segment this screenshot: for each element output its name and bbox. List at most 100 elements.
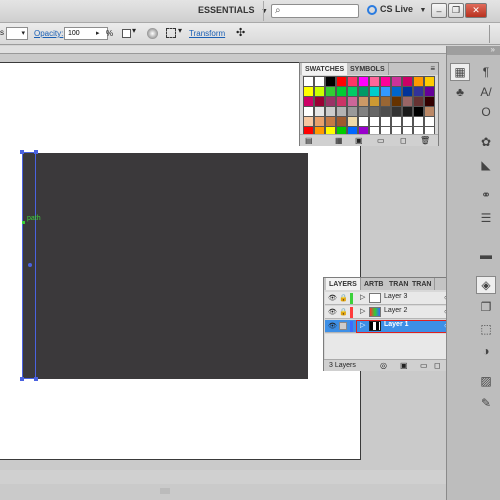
layer-row-layer-3[interactable]: 👁 🔒 ▷ Layer 3 ○ [325, 292, 461, 305]
center-point [28, 263, 32, 267]
swatch-libraries-icon[interactable]: ▤ [305, 136, 313, 145]
tab-symbols[interactable]: SYMBOLS [347, 63, 389, 75]
panel-menu-icon[interactable]: ≡ [430, 64, 435, 73]
eye-icon[interactable]: 👁 [328, 308, 337, 316]
percent-label: % [106, 29, 114, 38]
tab-artboards[interactable]: ARTB [361, 278, 388, 290]
restore-button[interactable]: ❐ [448, 3, 464, 18]
swatch-options-icon[interactable]: ▣ [355, 136, 363, 145]
symbols-icon[interactable]: ⚭ [476, 186, 496, 204]
opentype-icon[interactable]: O [476, 103, 496, 121]
trash-icon[interactable]: 🗑 [420, 136, 430, 145]
isolate-icon[interactable] [147, 28, 158, 39]
layer-name[interactable]: Layer 3 [384, 293, 407, 300]
chevron-down-icon[interactable]: ▾ [132, 26, 136, 35]
expand-triangle-icon[interactable]: ▷ [360, 307, 365, 315]
layer-thumbnail [369, 321, 381, 331]
dock-header[interactable]: » [447, 45, 500, 55]
layers-footer: 3 Layers ◎ ▣ ▭ ◻ 🗑 [324, 359, 462, 371]
lock-icon[interactable]: 🔒 [339, 308, 348, 316]
expand-triangle-icon[interactable]: ▷ [360, 321, 365, 329]
layer-row-layer-1[interactable]: 👁 ▷ Layer 1 ○ [325, 320, 461, 333]
scrollbar-thumb[interactable] [160, 488, 170, 494]
new-swatch-icon[interactable]: ◻ [400, 136, 407, 145]
gradient-icon[interactable]: ◣ [476, 156, 496, 174]
chevron-down-icon: ▾ [21, 30, 25, 37]
cs-live-caret-icon: ▼ [419, 7, 427, 14]
layer-name[interactable]: Layer 1 [384, 321, 409, 328]
swatches-panel: SWATCHES SYMBOLS ≡ ▤ ▦ ▣ ▭ ◻ 🗑 [299, 62, 439, 146]
tab-swatches[interactable]: SWATCHES [302, 63, 349, 75]
layer-color-swatch [350, 321, 353, 332]
layers-empty-area [325, 334, 461, 359]
move-icon[interactable]: ✣ [236, 26, 245, 39]
lock-icon[interactable]: 🔒 [339, 294, 348, 302]
show-kinds-icon[interactable]: ▦ [335, 136, 343, 145]
chevron-down-icon[interactable]: ▾ [178, 26, 182, 35]
transform-link[interactable]: Transform [189, 29, 225, 38]
new-sublayer-icon[interactable]: ▭ [420, 361, 428, 370]
make-clipping-mask-icon[interactable]: ▣ [400, 361, 408, 370]
minimize-icon: – [436, 5, 442, 16]
swatches-panel-icon[interactable]: ▦ [450, 63, 470, 81]
anchor-point[interactable] [34, 377, 38, 381]
cs-live-label: CS Live [380, 4, 414, 14]
color-guide-icon[interactable]: ✿ [476, 133, 496, 151]
locate-object-icon[interactable]: ◎ [380, 361, 387, 370]
lock-toggle[interactable] [339, 322, 347, 330]
help-search-input[interactable]: ⌕ [271, 4, 359, 18]
appearance-icon[interactable]: ◑ [476, 342, 496, 360]
workspace-switcher[interactable]: ESSENTIALS ▼ [198, 5, 268, 15]
control-bar-menu[interactable] [489, 25, 500, 43]
swatch-grid [303, 76, 437, 137]
layer-thumbnail [369, 293, 381, 303]
brushes-icon[interactable]: ♣ [450, 83, 470, 101]
minimize-button[interactable]: – [431, 3, 447, 18]
close-button[interactable]: ✕ [465, 3, 487, 18]
recolor-artwork-icon[interactable] [122, 29, 131, 38]
restore-icon: ❐ [451, 5, 461, 15]
character-icon[interactable]: A/ [476, 83, 496, 101]
search-icon: ⌕ [275, 5, 281, 16]
anchor-point[interactable] [20, 377, 24, 381]
swatches-footer: ▤ ▦ ▣ ▭ ◻ 🗑 [300, 134, 438, 146]
tab-transparency[interactable]: TRAN [409, 278, 436, 290]
expand-triangle-icon[interactable]: ▷ [360, 293, 365, 301]
layer-count: 3 Layers [329, 362, 356, 369]
layers-tab-bar: LAYERS ARTB TRAN TRAN ≡ [324, 278, 462, 290]
swatches-tab-bar: SWATCHES SYMBOLS ≡ [300, 63, 438, 75]
opacity-link[interactable]: Opacity: [34, 29, 63, 38]
align-icon[interactable] [166, 28, 176, 38]
anchor-point[interactable] [34, 150, 38, 154]
layer-name[interactable]: Layer 2 [384, 307, 407, 314]
transparency-icon[interactable]: ▬ [476, 246, 496, 264]
artboards-icon[interactable]: ❐ [476, 298, 496, 316]
eye-icon[interactable]: 👁 [328, 294, 337, 302]
collapse-icon[interactable]: » [491, 45, 495, 54]
graphic-styles-icon[interactable]: ▨ [476, 372, 496, 390]
stroke-icon[interactable]: ☰ [476, 209, 496, 227]
layer-row-layer-2[interactable]: 👁 🔒 ▷ Layer 2 ○ [325, 306, 461, 319]
tab-layers[interactable]: LAYERS [326, 278, 361, 290]
brush-icon[interactable]: ✎ [476, 394, 496, 412]
cs-live-button[interactable]: CS Live ▼ [367, 4, 426, 15]
cs-live-icon [367, 4, 377, 15]
control-bar: s ▾ Opacity: ▸ % ▾ ▾ Transform ✣ [0, 23, 500, 45]
transform-icon[interactable]: ⬚ [476, 320, 496, 338]
application-bar: ESSENTIALS ▼ ⌕ CS Live ▼ – ❐ ✕ [0, 0, 500, 23]
opacity-input[interactable] [64, 27, 108, 40]
style-dropdown[interactable]: ▾ [6, 27, 28, 40]
divider [263, 1, 264, 21]
eye-icon[interactable]: 👁 [328, 322, 337, 330]
layers-icon[interactable]: ◈ [476, 276, 496, 294]
anchor-point[interactable] [20, 150, 24, 154]
close-icon: ✕ [472, 5, 480, 15]
horizontal-scrollbar[interactable] [0, 470, 446, 494]
paragraph-icon[interactable]: ¶ [476, 63, 496, 81]
new-color-group-icon[interactable]: ▭ [377, 136, 385, 145]
dark-rectangle-shape[interactable] [23, 153, 308, 379]
new-layer-icon[interactable]: ◻ [434, 361, 441, 370]
opacity-arrow-icon[interactable]: ▸ [96, 29, 100, 37]
layer-color-swatch [350, 307, 353, 318]
smart-guide-point [22, 221, 25, 224]
